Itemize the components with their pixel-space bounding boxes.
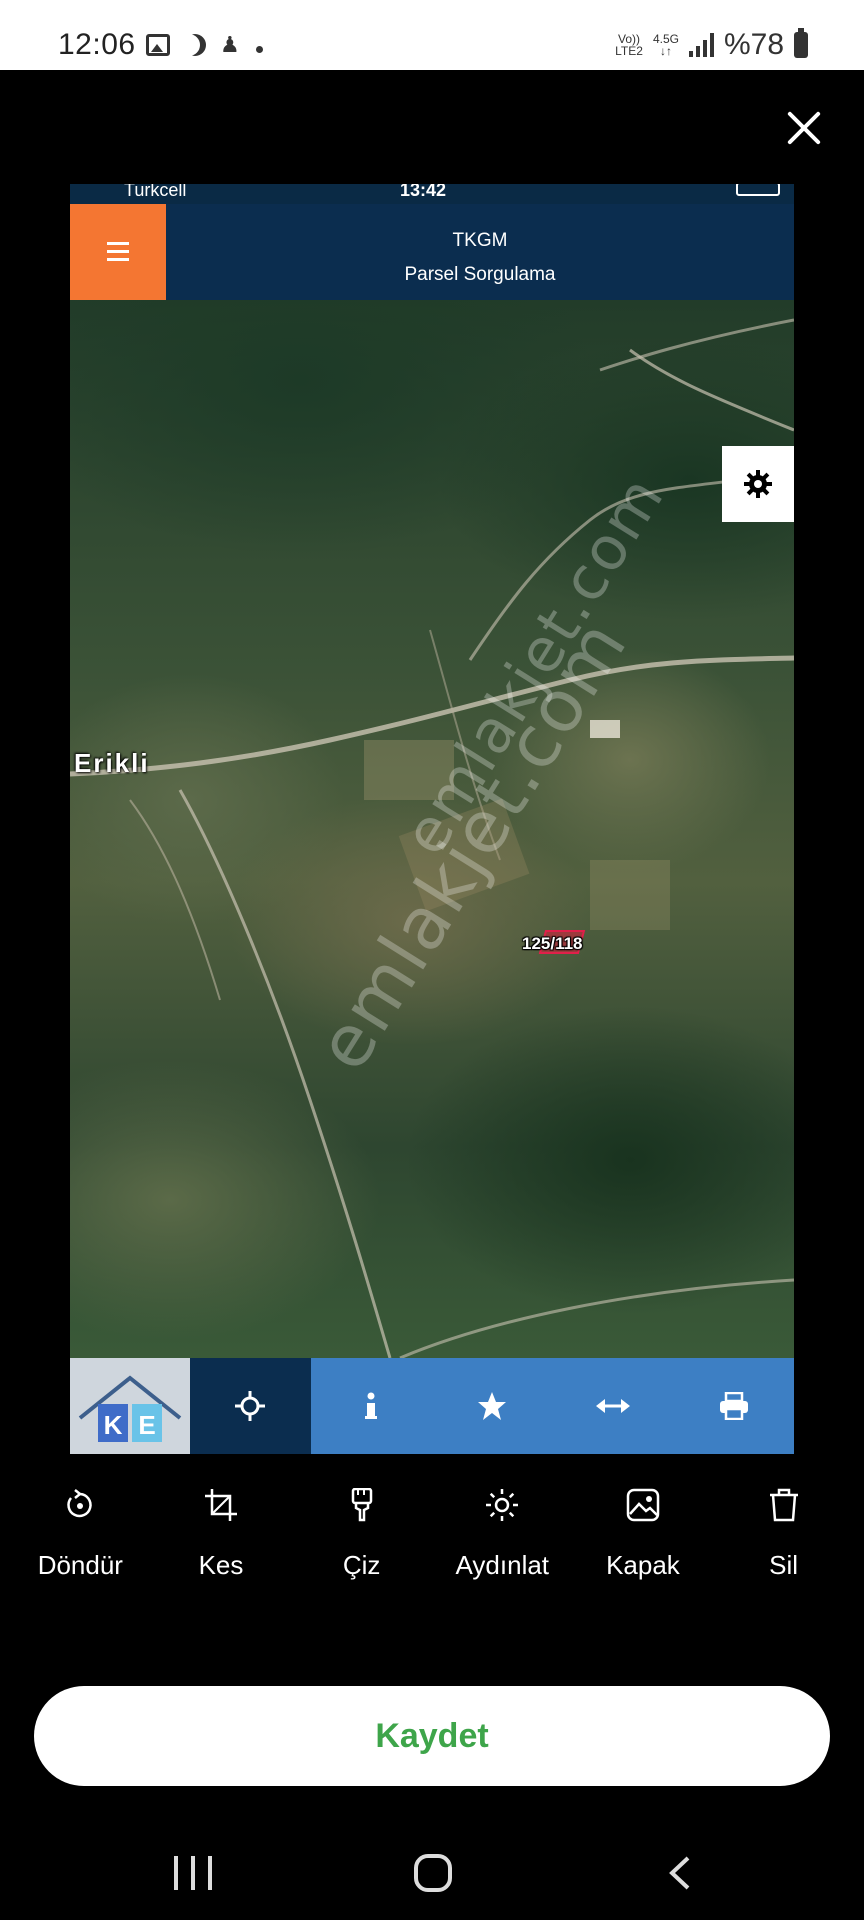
save-button[interactable]: Kaydet	[34, 1686, 830, 1786]
parcel-label: 125/118	[522, 934, 583, 953]
status-bar: 12:06 ♟ Vo)) LTE2 4.5G ↓↑ %78	[0, 0, 864, 70]
battery-icon	[794, 28, 808, 58]
app-subtitle: Parsel Sorgulama	[404, 264, 556, 285]
draw-label: Çiz	[342, 1550, 381, 1580]
trash-icon	[769, 1488, 798, 1522]
info-icon	[311, 1358, 432, 1454]
inner-status-bar: Turkcell 13:42	[70, 184, 794, 204]
data-type-indicator: 4.5G ↓↑	[652, 32, 679, 58]
navigation-bar	[0, 1820, 864, 1920]
rotate-icon	[67, 1489, 93, 1518]
recents-icon[interactable]	[174, 1856, 212, 1890]
draw-button[interactable]: Çiz	[292, 1488, 432, 1598]
arrows-horizontal-icon	[552, 1358, 673, 1454]
map-toolbar: K E	[70, 1358, 794, 1454]
rotate-label: Döndür	[37, 1550, 123, 1580]
battery-percent: %78	[723, 28, 784, 61]
star-icon	[432, 1358, 553, 1454]
home-icon[interactable]	[414, 1854, 452, 1892]
inner-battery-icon	[736, 184, 780, 196]
cover-label: Kapak	[606, 1550, 680, 1580]
status-time: 12:06	[58, 28, 136, 61]
notification-icons: ♟	[146, 33, 263, 57]
hamburger-menu-icon	[70, 204, 166, 300]
rotate-button[interactable]: Döndür	[10, 1488, 150, 1598]
crop-button[interactable]: Kes	[151, 1488, 291, 1598]
print-icon	[673, 1358, 794, 1454]
editor-tools: Döndür Kes Çiz Aydınlat Kapak Sil	[0, 1488, 864, 1598]
settings-gear-icon	[722, 446, 794, 522]
crosshair-icon	[190, 1358, 311, 1454]
town-label: Erikli	[74, 748, 150, 778]
app-header: TKGM Parsel Sorgulama	[70, 204, 794, 300]
accessibility-icon: ♟	[220, 32, 240, 57]
brightness-icon	[486, 1489, 519, 1521]
signal-icon	[688, 33, 714, 57]
inner-carrier: Turkcell	[124, 184, 187, 200]
edited-image[interactable]: Turkcell 13:42 TKGM Parsel Sorgulama Eri…	[70, 184, 794, 1454]
kadastro-logo: K E	[70, 1358, 190, 1454]
delete-button[interactable]: Sil	[714, 1488, 854, 1598]
close-icon[interactable]	[784, 108, 824, 148]
app-title: TKGM	[452, 230, 508, 251]
do-not-disturb-icon	[184, 34, 206, 56]
cover-button[interactable]: Kapak	[573, 1488, 713, 1598]
back-icon[interactable]	[666, 1856, 692, 1890]
cover-image-icon	[626, 1488, 660, 1522]
logo-letter-k: K	[104, 1410, 123, 1440]
brightness-label: Aydınlat	[455, 1550, 550, 1580]
crop-icon	[204, 1489, 237, 1521]
satellite-map: Erikli 125/118 emlakjet.com emlakjet.com	[70, 300, 794, 1358]
crop-label: Kes	[198, 1550, 244, 1580]
brightness-button[interactable]: Aydınlat	[432, 1488, 572, 1598]
brush-icon	[351, 1488, 372, 1522]
status-right: Vo)) LTE2 4.5G ↓↑ %78	[615, 28, 808, 62]
volte-indicator: Vo)) LTE2	[615, 32, 643, 58]
more-notifications-dot-icon	[256, 45, 263, 53]
logo-letter-e: E	[138, 1410, 155, 1440]
delete-label: Sil	[769, 1550, 799, 1580]
inner-clock: 13:42	[400, 184, 447, 200]
gallery-icon	[146, 34, 170, 56]
